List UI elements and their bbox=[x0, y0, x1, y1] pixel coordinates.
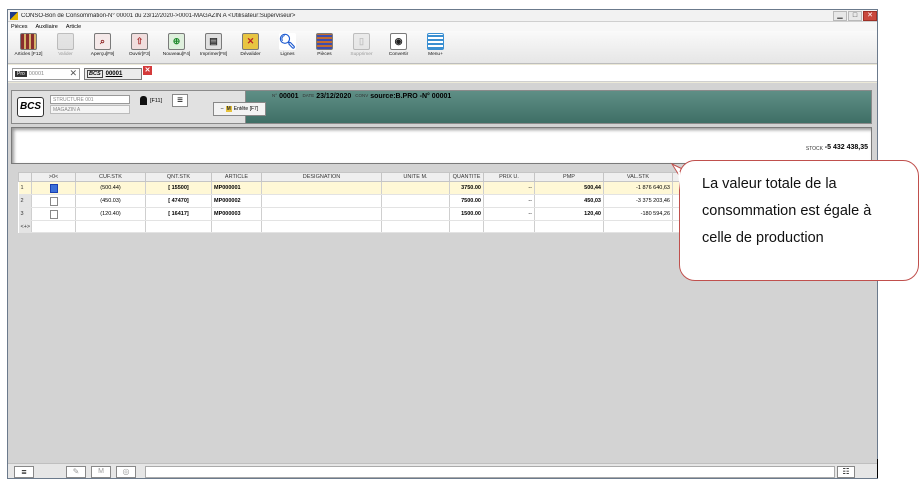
document-date: 23/12/2020 bbox=[316, 93, 352, 100]
col-header[interactable]: VAL.STK bbox=[603, 172, 673, 182]
entete-label: Entête [F7] bbox=[233, 106, 259, 112]
user-icon bbox=[140, 96, 147, 105]
stock-panel: STOCK -5 432 438,35 bbox=[11, 127, 872, 164]
document-source: source:B.PRO -N° 00001 bbox=[370, 93, 452, 100]
entete-prefix: M bbox=[225, 106, 232, 112]
hamburger-menu-icon[interactable]: ≡ bbox=[172, 94, 188, 107]
close-tab-button[interactable]: ✕ bbox=[143, 66, 152, 75]
view-icon[interactable]: ◎ bbox=[116, 466, 136, 478]
convert-icon: ◉ bbox=[390, 33, 407, 50]
number-marker: N° bbox=[272, 93, 278, 98]
stock-value: -5 432 438,35 bbox=[824, 144, 868, 151]
tab-pro[interactable]: Pro 00001 ✕ bbox=[12, 68, 80, 80]
tab-bcs-code: BCS bbox=[87, 70, 103, 78]
tab-pro-number: 00001 bbox=[28, 71, 45, 77]
menu-plus-button[interactable]: Menu+ bbox=[417, 31, 454, 63]
tab-bcs-number: 00001 bbox=[105, 71, 123, 77]
row-checkbox[interactable] bbox=[49, 196, 58, 206]
menu-icon bbox=[427, 33, 444, 50]
conv-label: CONV bbox=[355, 93, 369, 98]
document-info: N° 00001 DATE 23/12/2020 CONV source:B.P… bbox=[268, 93, 451, 100]
document-header: BCS STRUCTURE 001 MAGAZIN A [F11] ≡ – M … bbox=[11, 90, 872, 124]
stock-label: STOCK bbox=[805, 146, 823, 152]
col-header[interactable]: CUF.STK bbox=[75, 172, 146, 182]
menu-pieces[interactable]: Pièces bbox=[11, 24, 28, 30]
print-icon: ▤ bbox=[205, 33, 222, 50]
nouveau-button[interactable]: ⊕ Nouveau[F4] bbox=[158, 31, 195, 63]
entete-button[interactable]: – M Entête [F7] bbox=[213, 102, 266, 116]
maximize-button[interactable]: □ bbox=[848, 10, 862, 21]
close-tab-icon[interactable]: ✕ bbox=[69, 68, 77, 79]
row-checkbox[interactable] bbox=[49, 209, 58, 219]
imprimer-button[interactable]: ▤ Imprimer[F8] bbox=[195, 31, 232, 63]
documents-icon bbox=[316, 33, 333, 50]
ouvrir-button[interactable]: ⇧ Ouvrir[F3] bbox=[121, 31, 158, 63]
bottom-bar: ≡ ✎ M ◎ ☷ bbox=[8, 463, 877, 478]
col-header[interactable]: QUANTITE bbox=[449, 172, 484, 182]
user-button[interactable]: [F11] bbox=[140, 95, 170, 106]
text-cursor bbox=[877, 459, 878, 478]
bcs-logo: BCS bbox=[17, 97, 44, 117]
toolbar: Articles [F12] Valider ⌕ Aperçu[F9] ⇧ Ouvr… bbox=[8, 31, 877, 64]
new-row-marker[interactable]: <+> bbox=[18, 220, 32, 233]
delete-icon: ▯ bbox=[353, 33, 370, 50]
edit-icon[interactable]: ✎ bbox=[66, 466, 86, 478]
header-panel: BCS STRUCTURE 001 MAGAZIN A [F11] ≡ bbox=[12, 91, 246, 123]
articles-icon bbox=[20, 33, 37, 50]
tab-bcs[interactable]: BCS 00001 bbox=[84, 68, 142, 80]
col-header[interactable]: DESIGNATION bbox=[261, 172, 382, 182]
validate-icon bbox=[57, 33, 74, 50]
menu-bar: Pièces Auxiliaire Article bbox=[8, 22, 877, 31]
magazin-field: MAGAZIN A bbox=[50, 105, 130, 114]
pieces-button[interactable]: Pièces bbox=[306, 31, 343, 63]
date-label: DATE bbox=[302, 93, 315, 98]
apercu-button[interactable]: ⌕ Aperçu[F9] bbox=[84, 31, 121, 63]
tab-pro-prefix: Pro bbox=[15, 71, 27, 77]
document-number: 00001 bbox=[279, 93, 299, 100]
minus-icon: – bbox=[220, 106, 224, 112]
title-bar: CONSO-Bon de Consommation-N° 00001 du 23… bbox=[8, 10, 877, 22]
menu-article[interactable]: Article bbox=[66, 24, 81, 30]
document-tabs: Pro 00001 ✕ BCS 00001 ✕ bbox=[8, 65, 877, 82]
convertir-button[interactable]: ◉ Convertir bbox=[380, 31, 417, 63]
lignes-button[interactable]: 🔍︎ Lignes bbox=[269, 31, 306, 63]
lines-icon: 🔍︎ bbox=[278, 33, 297, 50]
memo-icon[interactable]: M bbox=[91, 466, 111, 478]
new-icon: ⊕ bbox=[168, 33, 185, 50]
app-icon bbox=[10, 11, 18, 20]
bottom-input[interactable] bbox=[145, 466, 835, 478]
articles-button[interactable]: Articles [F12] bbox=[10, 31, 47, 63]
structure-field[interactable]: STRUCTURE 001 bbox=[50, 95, 130, 104]
row-checkbox[interactable] bbox=[49, 183, 58, 193]
supprimer-button[interactable]: ▯ Supprimer bbox=[343, 31, 380, 63]
hamburger-icon[interactable]: ≡ bbox=[14, 466, 34, 478]
col-header[interactable]: PRIX U. bbox=[483, 172, 535, 182]
open-icon: ⇧ bbox=[131, 33, 148, 50]
devalider-button[interactable]: ✕ Dévalider bbox=[232, 31, 269, 63]
col-header[interactable]: QNT.STK bbox=[145, 172, 212, 182]
window-title: CONSO-Bon de Consommation-N° 00001 du 23… bbox=[21, 12, 296, 19]
col-header[interactable]: PMP bbox=[534, 172, 604, 182]
unvalidate-icon: ✕ bbox=[242, 33, 259, 50]
annotation-callout: La valeur totale de la consommation est … bbox=[679, 160, 919, 281]
settings-icon[interactable]: ☷ bbox=[837, 466, 855, 478]
col-header[interactable]: UNITE M. bbox=[381, 172, 450, 182]
valider-button[interactable]: Valider bbox=[47, 31, 84, 63]
minimize-button[interactable]: ▁ bbox=[833, 10, 847, 21]
menu-auxiliaire[interactable]: Auxiliaire bbox=[36, 24, 58, 30]
col-header[interactable]: ARTICLE bbox=[211, 172, 262, 182]
col-header[interactable]: >0< bbox=[31, 172, 76, 182]
close-window-button[interactable]: ✕ bbox=[863, 10, 877, 21]
preview-icon: ⌕ bbox=[94, 33, 111, 50]
